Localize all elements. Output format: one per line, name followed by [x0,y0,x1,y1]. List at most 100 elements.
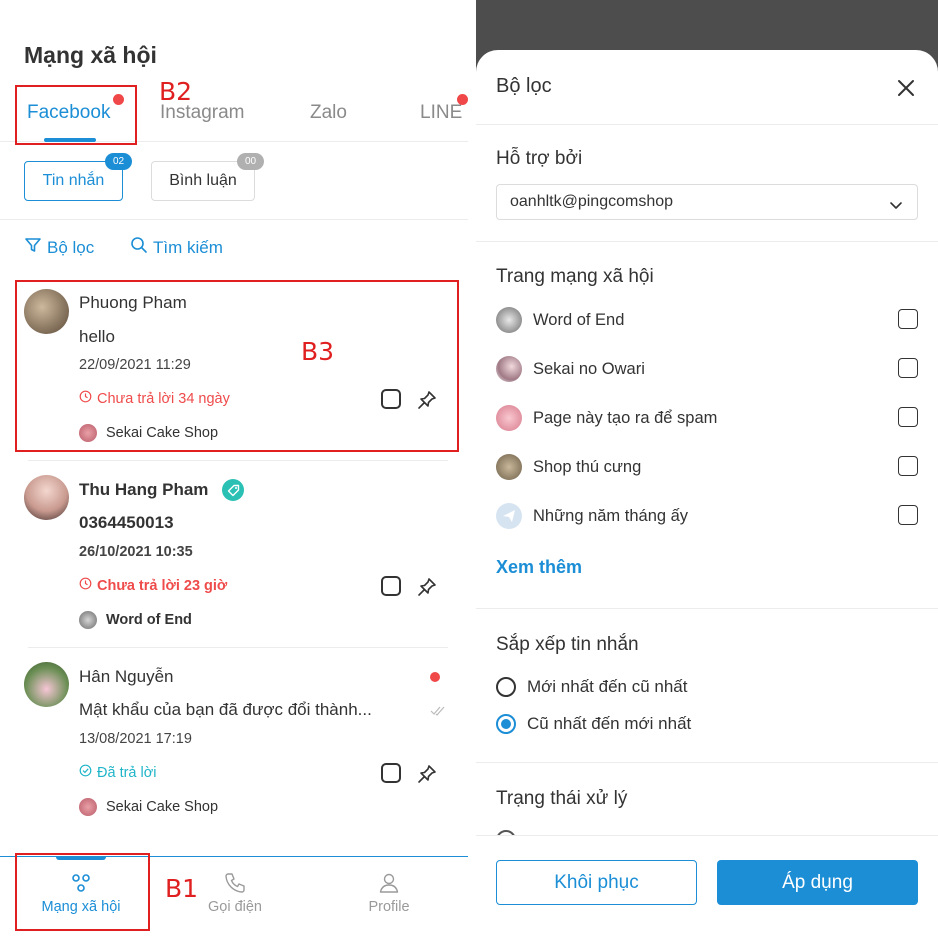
conversation-item[interactable]: Hân Nguyễn Mật khẩu của bạn đã được đổi … [0,654,468,834]
filter-button[interactable]: Bộ lọc [24,236,94,259]
sort-option[interactable]: Mới nhất đến cũ nhất [496,677,687,697]
select-checkbox[interactable] [381,763,401,783]
page-option[interactable]: Sekai no Owari [496,356,918,382]
sort-option[interactable]: Cũ nhất đến mới nhất [496,714,691,734]
nav-profile-label: Profile [368,899,410,915]
messages-count-badge: 02 [105,153,132,170]
sort-option-label: Mới nhất đến cũ nhất [527,677,688,696]
comments-count-badge: 00 [237,153,264,170]
annotation-box-b3 [15,280,459,452]
source-page: Sekai Cake Shop [79,798,218,816]
processing-status-title: Trạng thái xử lý [496,788,628,809]
screen-divider [468,0,476,937]
page-option-checkbox[interactable] [898,505,918,525]
page-option-label: Word of End [533,310,625,329]
social-inbox-screen: Mạng xã hội Facebook Instagram Zalo LINE… [0,0,468,937]
tag-icon [222,479,244,501]
avatar [24,662,69,707]
select-checkbox[interactable] [381,576,401,596]
conversation-message: Mật khẩu của bạn đã được đổi thành... [79,700,372,719]
double-check-icon [430,704,448,722]
search-label: Tìm kiếm [153,237,223,257]
filter-bottom-sheet: Bộ lọc Hỗ trợ bởi oanhltk@pingcomshop Tr… [476,50,938,937]
supported-by-value: oanhltk@pingcomshop [510,193,674,210]
sheet-footer: Khôi phục Áp dụng [476,835,938,937]
chip-messages[interactable]: Tin nhắn 02 [24,153,132,201]
page-option-label: Sekai no Owari [533,359,645,378]
page-option-checkbox[interactable] [898,358,918,378]
conversation-name: Hân Nguyễn [79,667,174,686]
page-avatar [79,798,97,816]
divider [28,460,448,461]
search-icon [130,236,148,259]
supported-by-select[interactable]: oanhltk@pingcomshop [496,184,918,220]
filter-icon [24,236,42,259]
source-page-name: Word of End [106,612,192,628]
annotation-label-b3: B3 [301,337,335,366]
social-pages-title: Trang mạng xã hội [496,266,654,287]
filter-label: Bộ lọc [47,237,95,257]
divider [476,241,938,242]
clock-icon [79,577,92,594]
nav-calls-label: Gọi điện [207,899,262,915]
divider [476,762,938,763]
chip-comments[interactable]: Bình luận 00 [151,153,264,201]
user-icon [379,873,399,893]
close-icon[interactable] [896,78,916,103]
conversation-time: 26/10/2021 10:35 [79,544,193,560]
pin-icon[interactable] [416,763,438,790]
unread-dot [430,672,440,682]
reply-status: Đã trả lời [79,764,156,781]
divider [476,608,938,609]
page-title: Mạng xã hội [24,42,157,68]
conversation-time: 13/08/2021 17:19 [79,731,192,747]
see-more-link[interactable]: Xem thêm [496,557,582,578]
apply-button[interactable]: Áp dụng [717,860,918,905]
avatar [24,475,69,520]
phone-icon [225,873,245,893]
page-option[interactable]: Shop thú cưng [496,454,918,480]
page-avatar [496,307,522,333]
reply-status-text: Chưa trả lời 23 giờ [97,577,228,594]
radio-button[interactable] [496,677,516,697]
page-option-checkbox[interactable] [898,407,918,427]
page-option-checkbox[interactable] [898,456,918,476]
chip-comments-label: Bình luận [169,172,237,189]
divider [28,647,448,648]
chevron-down-icon [889,197,903,215]
pin-icon[interactable] [416,576,438,603]
sort-option-label: Cũ nhất đến mới nhất [527,714,692,733]
search-button[interactable]: Tìm kiếm [130,236,223,259]
page-avatar [79,611,97,629]
page-option-label: Page này tạo ra để spam [533,408,718,427]
page-avatar [496,405,522,431]
radio-button[interactable] [496,714,516,734]
page-option[interactable]: Page này tạo ra để spam [496,405,918,431]
paper-plane-icon [496,503,522,529]
reset-button[interactable]: Khôi phục [496,860,697,905]
page-avatar [496,356,522,382]
tab-line[interactable]: LINE [420,102,462,124]
conversation-name: Thu Hang Pham [79,480,209,499]
page-option-label: Shop thú cưng [533,457,642,476]
source-page: Word of End [79,611,192,629]
supported-by-title: Hỗ trợ bởi [496,148,583,169]
annotation-label-b1: B1 [165,874,199,903]
page-option[interactable]: Word of End [496,307,918,333]
filter-screen: Bộ lọc Hỗ trợ bởi oanhltk@pingcomshop Tr… [476,0,938,937]
page-option[interactable]: Những năm tháng ấy [496,503,918,529]
annotation-box-b1 [15,853,150,931]
page-option-checkbox[interactable] [898,309,918,329]
line-notification-dot [457,94,468,105]
annotation-box-b2 [15,85,137,145]
annotation-label-b2: B2 [159,77,193,106]
page-option-label: Những năm tháng ấy [533,506,689,525]
nav-profile[interactable]: Profile [324,871,454,915]
source-page-name: Sekai Cake Shop [106,799,219,815]
conversation-item[interactable]: Thu Hang Pham 0364450013 26/10/2021 10:3… [0,467,468,647]
reply-status-text: Đã trả lời [97,764,157,781]
divider [476,124,938,125]
tab-zalo[interactable]: Zalo [310,102,347,124]
check-circle-icon [79,764,92,781]
conversation-message: 0364450013 [79,513,174,532]
